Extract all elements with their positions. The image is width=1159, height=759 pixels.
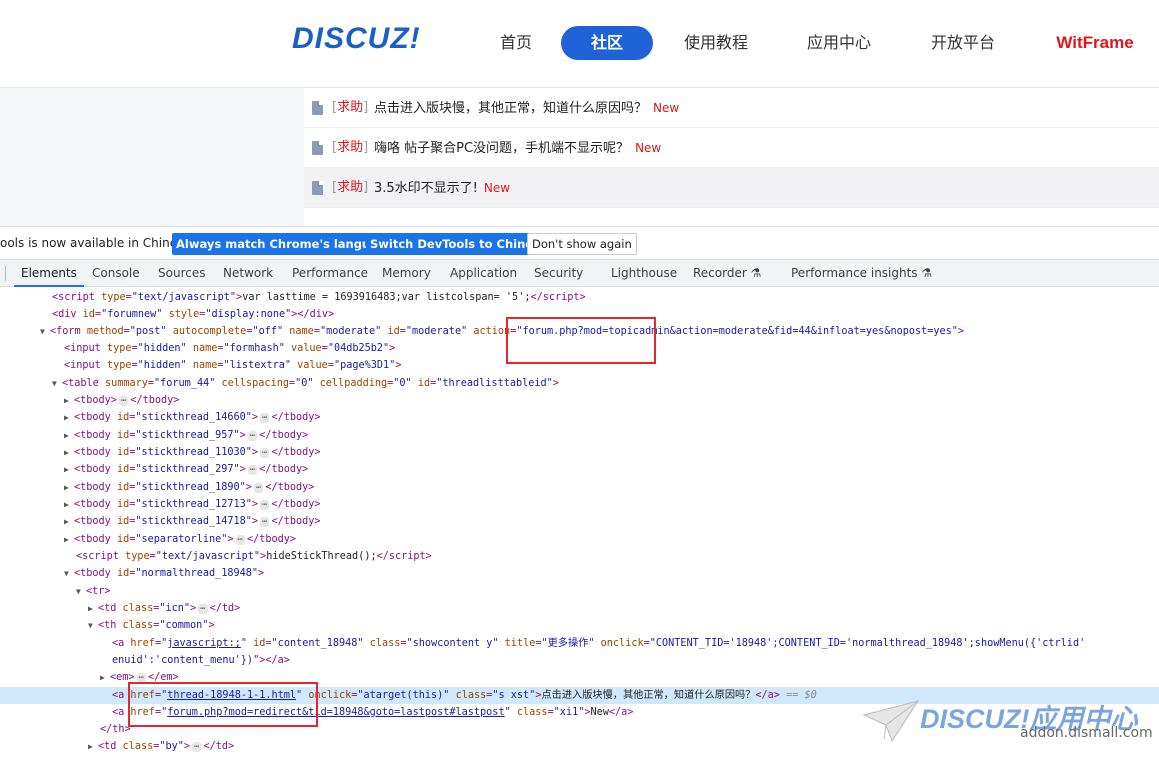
tab-console[interactable]: Console [92, 260, 140, 287]
expand-toggle-icon[interactable]: ▶ [64, 461, 74, 478]
expand-toggle-icon[interactable]: ▼ [52, 375, 62, 392]
tab-sources[interactable]: Sources [158, 260, 205, 287]
expand-toggle-icon[interactable]: ▶ [64, 392, 74, 409]
ellipsis-icon[interactable]: ⋯ [247, 465, 258, 475]
thread-tag[interactable]: [求助] [332, 128, 368, 168]
tab-security[interactable]: Security [534, 260, 583, 287]
watermark-url: addon.dismall.com [1020, 725, 1153, 741]
expand-toggle-icon[interactable]: ▶ [64, 531, 74, 548]
dom-node[interactable]: ▶ <tbody id="stickthread_297"> ⋯ </tbody> [0, 461, 1159, 478]
thread-tag[interactable]: [求助] [332, 168, 368, 208]
expand-toggle-icon[interactable]: ▶ [64, 427, 74, 444]
expand-toggle-icon[interactable]: ▼ [64, 565, 74, 582]
dom-node[interactable]: ▶ <tbody id="stickthread_14660"> ⋯ </tbody> [0, 409, 1159, 426]
thread-row[interactable]: [求助] 3.5水印不显示了! New [304, 168, 1159, 208]
nav-home[interactable]: 首页 [490, 26, 542, 60]
thread-title[interactable]: 3.5水印不显示了! New [374, 168, 510, 209]
dom-node[interactable]: ▼ <th class="common"> [0, 617, 1159, 634]
expand-toggle-icon[interactable]: ▶ [100, 669, 110, 686]
ellipsis-icon[interactable]: ⋯ [192, 742, 202, 752]
watermark: DISCUZ!应用中心 addon.dismall.com [862, 697, 1153, 747]
href-link[interactable]: javascript:; [167, 638, 241, 649]
tab-elements[interactable]: Elements [14, 260, 84, 287]
ellipsis-icon[interactable]: ⋯ [260, 413, 270, 423]
devtools-tabbar: Elements Console Sources Network Perform… [0, 259, 1159, 287]
expand-toggle-icon[interactable]: ▶ [64, 479, 74, 496]
ellipsis-icon[interactable]: ⋯ [118, 396, 129, 406]
tab-performance-insights[interactable]: Performance insights ⚗ [791, 260, 932, 287]
thread-list: [求助] 点击进入版块慢，其他正常，知道什么原因吗？ New [求助] 嗨咯 帖子… [304, 88, 1159, 226]
document-icon [312, 141, 323, 155]
expand-toggle-icon[interactable]: ▼ [40, 323, 50, 340]
expand-toggle-icon[interactable]: ▶ [64, 409, 74, 426]
dom-node[interactable]: ▶ <tbody id="stickthread_14718"> ⋯ </tbody> [0, 513, 1159, 530]
tab-separator [5, 266, 6, 281]
expand-toggle-icon[interactable]: ▶ [64, 496, 74, 513]
sidebar-blank [0, 88, 304, 226]
always-match-language-button[interactable]: Always match Chrome's language [172, 233, 398, 255]
dom-node[interactable]: ▶ <tbody id="stickthread_12713"> ⋯ </tbody> [0, 496, 1159, 513]
ellipsis-icon[interactable]: ⋯ [253, 483, 264, 493]
thread-title[interactable]: 嗨咯 帖子聚合PC没问题，手机端不显示呢？ New [374, 128, 661, 169]
flask-icon: ⚗ [750, 266, 762, 280]
annotation-box-action [506, 317, 656, 364]
tab-network[interactable]: Network [223, 260, 273, 287]
expand-toggle-icon[interactable]: ▶ [64, 444, 74, 461]
ellipsis-icon[interactable]: ⋯ [260, 448, 270, 458]
dom-node[interactable]: ▼ <tbody id="normalthread_18948"> [0, 565, 1159, 582]
nav-tutorial[interactable]: 使用教程 [675, 26, 757, 60]
infobar-message: ools is now available in Chinese! [0, 236, 196, 250]
devtools-language-infobar: ools is now available in Chinese! Always… [0, 226, 1159, 259]
dont-show-again-button[interactable]: Don't show again [527, 233, 637, 255]
ellipsis-icon[interactable]: ⋯ [260, 517, 270, 527]
document-icon [312, 101, 323, 115]
new-badge: New [483, 181, 511, 195]
expand-toggle-icon[interactable]: ▶ [64, 513, 74, 530]
thread-tag[interactable]: [求助] [332, 88, 368, 128]
thread-row[interactable]: [求助] 点击进入版块慢，其他正常，知道什么原因吗？ New [304, 88, 1159, 128]
dom-node[interactable]: <a href="javascript:;" id="content_18948… [0, 635, 1159, 652]
annotation-box-href [128, 682, 318, 727]
dom-node[interactable]: ▼ <tr> [0, 583, 1159, 600]
thread-title[interactable]: 点击进入版块慢，其他正常，知道什么原因吗？ New [374, 88, 679, 129]
dom-node[interactable]: ▶ <tbody> ⋯ </tbody> [0, 392, 1159, 409]
expand-toggle-icon[interactable]: ▼ [76, 583, 86, 600]
expand-toggle-icon[interactable]: ▶ [88, 600, 98, 617]
dom-node[interactable]: ▶ <tbody id="stickthread_957"> ⋯ </tbody> [0, 427, 1159, 444]
site-header: DISCUZ! 首页 社区 使用教程 应用中心 开放平台 WitFrame [0, 0, 1159, 88]
dom-node[interactable]: ▶ <tbody id="separatorline"> ⋯ </tbody> [0, 531, 1159, 548]
new-badge: New [653, 101, 680, 115]
tab-lighthouse[interactable]: Lighthouse [611, 260, 677, 287]
dom-node[interactable]: <script type="text/javascript">var lastt… [0, 289, 1159, 306]
nav-community[interactable]: 社区 [561, 26, 653, 60]
dom-node[interactable]: ▶ <td class="icn"> ⋯ </td> [0, 600, 1159, 617]
dom-node[interactable]: <script type="text/javascript">hideStick… [0, 548, 1159, 565]
ellipsis-icon[interactable]: ⋯ [235, 535, 245, 545]
nav-witframe[interactable]: WitFrame [1045, 26, 1145, 60]
ellipsis-icon[interactable]: ⋯ [260, 500, 270, 510]
document-icon [312, 181, 323, 195]
tab-recorder[interactable]: Recorder ⚗ [693, 260, 761, 287]
tab-application[interactable]: Application [450, 260, 517, 287]
flask-icon: ⚗ [921, 266, 933, 280]
expand-toggle-icon[interactable]: ▼ [88, 617, 98, 634]
nav-open-platform[interactable]: 开放平台 [921, 26, 1005, 60]
discuz-logo[interactable]: DISCUZ! [292, 22, 421, 56]
new-badge: New [635, 141, 662, 155]
expand-toggle-icon[interactable]: ▶ [88, 738, 98, 755]
dom-node[interactable]: ▶ <tbody id="stickthread_1890"> ⋯ </tbody> [0, 479, 1159, 496]
dom-node[interactable]: ▼ <table summary="forum_44" cellspacing="… [0, 375, 1159, 392]
switch-devtools-chinese-button[interactable]: Switch DevTools to Chinese [366, 233, 552, 255]
ellipsis-icon[interactable]: ⋯ [247, 431, 258, 441]
paper-plane-icon [862, 700, 920, 743]
dom-node[interactable]: ▶ <tbody id="stickthread_11030"> ⋯ </tbody> [0, 444, 1159, 461]
tab-performance[interactable]: Performance [292, 260, 368, 287]
thread-row[interactable]: [求助] 嗨咯 帖子聚合PC没问题，手机端不显示呢？ New [304, 128, 1159, 168]
ellipsis-icon[interactable]: ⋯ [198, 604, 208, 614]
nav-app-center[interactable]: 应用中心 [798, 26, 880, 60]
dom-node[interactable]: enuid':'content_menu'})"></a> [0, 652, 1159, 669]
tab-memory[interactable]: Memory [382, 260, 431, 287]
